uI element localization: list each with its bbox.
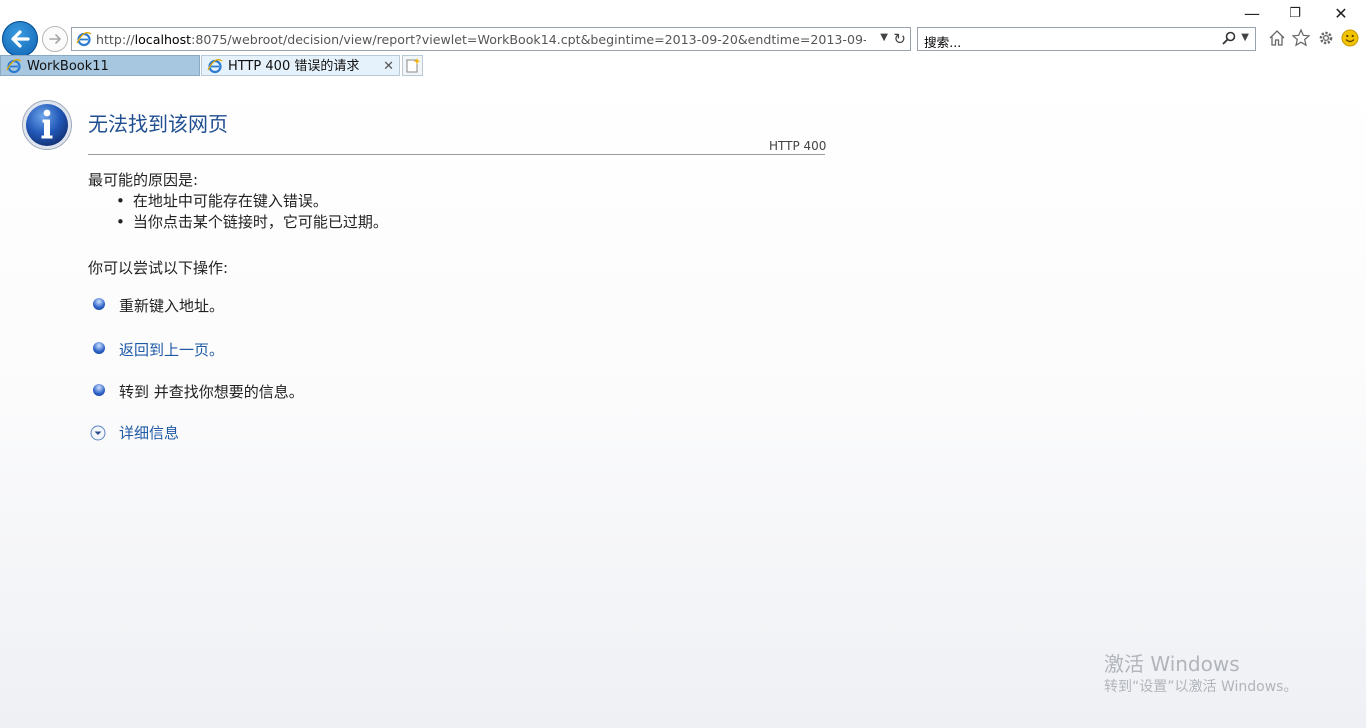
try-heading: 你可以尝试以下操作: [88,259,229,277]
url-rest: :8075/webroot/decision/view/report?viewl… [191,32,866,47]
bullet-icon [93,298,105,310]
http-status-code: HTTP 400 [769,139,827,153]
bullet-icon [93,384,105,396]
search-placeholder: 搜索... [924,35,962,50]
url-host: localhost [134,32,192,47]
go-back-link[interactable]: 返回到上一页。 [119,339,224,360]
action-text: 转到 并查找你想要的信息。 [119,383,304,401]
tab-label: WorkBook11 [27,59,109,74]
minimize-button[interactable]: — [1240,4,1264,24]
tab-label: HTTP 400 错误的请求 [228,59,360,74]
tab-http-400[interactable]: HTTP 400 错误的请求 ✕ [201,55,400,76]
smiley-feedback-icon[interactable] [1339,28,1361,50]
activation-watermark-subtitle: 转到“设置”以激活 Windows。 [1104,679,1298,695]
settings-gear-icon[interactable] [1315,28,1337,50]
chevron-down-icon [90,425,106,441]
search-box[interactable]: 搜索... ▼ [917,27,1256,51]
favorites-star-icon[interactable] [1290,28,1312,50]
search-dropdown-icon[interactable]: ▼ [1241,32,1249,43]
back-arrow-icon [11,30,30,48]
reasons-heading: 最可能的原因是: [88,171,199,189]
url-prefix: http:// [96,32,135,47]
error-page: 无法找到该网页 HTTP 400 最可能的原因是: 在地址中可能存在键入错误。 … [0,78,1366,728]
home-icon[interactable] [1266,28,1288,50]
ie-logo-icon [6,59,22,74]
action-text: 重新键入地址。 [119,297,225,315]
title-divider [88,154,825,155]
ie-logo-icon [76,32,92,47]
bullet-icon [93,342,105,354]
new-tab-button[interactable] [402,55,423,76]
forward-button[interactable] [42,26,68,52]
search-icon[interactable] [1221,30,1237,46]
forward-arrow-icon [49,34,61,44]
restore-button[interactable]: ❐ [1283,4,1307,24]
ie-logo-icon [207,59,223,74]
reasons-list: 在地址中可能存在键入错误。 当你点击某个链接时，它可能已过期。 [116,190,388,232]
activation-watermark-title: 激活 Windows [1104,652,1240,676]
address-bar[interactable]: http://localhost:8075/webroot/decision/v… [71,27,911,51]
info-icon [22,100,72,150]
url-text: http://localhost:8075/webroot/decision/v… [96,32,866,47]
refresh-icon[interactable]: ↻ [893,30,906,48]
more-info-label[interactable]: 详细信息 [119,422,179,443]
address-dropdown-icon[interactable]: ▼ [880,32,888,43]
close-tab-icon[interactable]: ✕ [383,56,394,75]
back-button[interactable] [2,21,38,57]
new-tab-icon [406,58,421,73]
close-window-button[interactable]: ✕ [1329,4,1353,24]
page-title: 无法找到该网页 [88,112,228,136]
reason-item: 当你点击某个链接时，它可能已过期。 [116,211,388,232]
reason-item: 在地址中可能存在键入错误。 [116,190,388,211]
tab-workbook11[interactable]: WorkBook11 [0,55,200,76]
tab-strip: WorkBook11 HTTP 400 错误的请求 ✕ [0,55,1366,77]
browser-chrome: — ❐ ✕ http://localhost:8075/webroot/deci… [0,0,1366,78]
